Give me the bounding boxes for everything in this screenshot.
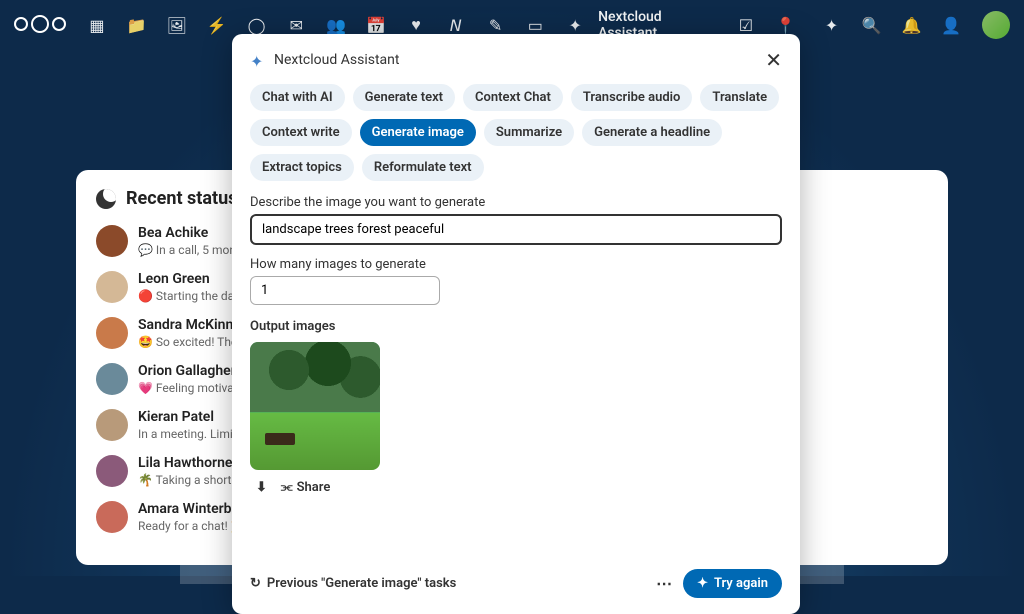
contacts-icon[interactable]: 👥 bbox=[326, 15, 346, 35]
sparkle-icon[interactable]: ✦ bbox=[565, 15, 585, 35]
modal-header: ✦ Nextcloud Assistant ✕ bbox=[250, 48, 782, 72]
output-label: Output images bbox=[250, 319, 782, 334]
health-icon[interactable]: ♥ bbox=[406, 15, 426, 35]
dashboard-icon[interactable]: ▦ bbox=[87, 15, 107, 35]
task-chip[interactable]: Generate a headline bbox=[582, 119, 722, 146]
task-chip[interactable]: Extract topics bbox=[250, 154, 354, 181]
notifications-icon[interactable]: 🔔 bbox=[901, 15, 921, 35]
assistant-shortcut-icon[interactable]: ✦ bbox=[822, 15, 842, 35]
tasks-icon[interactable]: ☑ bbox=[736, 15, 756, 35]
avatar bbox=[96, 225, 128, 257]
share-button[interactable]: ⫘ Share bbox=[281, 480, 330, 495]
task-chip[interactable]: Translate bbox=[700, 84, 779, 111]
avatar bbox=[96, 455, 128, 487]
previous-tasks-button[interactable]: ↻ Previous "Generate image" tasks bbox=[250, 576, 456, 591]
avatar bbox=[96, 501, 128, 533]
task-chip[interactable]: Generate text bbox=[353, 84, 455, 111]
count-input[interactable] bbox=[250, 276, 440, 305]
nextcloud-logo[interactable] bbox=[14, 17, 66, 33]
activity-icon[interactable]: ⚡ bbox=[207, 15, 227, 35]
prompt-input[interactable] bbox=[250, 214, 782, 245]
download-button[interactable]: ⬇ bbox=[256, 480, 267, 495]
task-chip[interactable]: Context write bbox=[250, 119, 352, 146]
files-icon[interactable]: 📁 bbox=[127, 15, 147, 35]
avatar bbox=[96, 271, 128, 303]
task-chip[interactable]: Generate image bbox=[360, 119, 476, 146]
contacts-menu-icon[interactable]: 👤 bbox=[941, 15, 961, 35]
user-avatar[interactable] bbox=[982, 11, 1010, 39]
photos-icon[interactable]: 🖼 bbox=[167, 15, 187, 35]
close-button[interactable]: ✕ bbox=[765, 48, 782, 72]
task-chip[interactable]: Reformulate text bbox=[362, 154, 484, 181]
calendar-icon[interactable]: 📅 bbox=[366, 15, 386, 35]
talk-icon[interactable]: ◯ bbox=[247, 15, 267, 35]
sparkle-icon: ✦ bbox=[250, 52, 266, 68]
search-icon[interactable]: 🔍 bbox=[862, 15, 882, 35]
avatar bbox=[96, 317, 128, 349]
task-chip[interactable]: Summarize bbox=[484, 119, 574, 146]
task-chip[interactable]: Transcribe audio bbox=[571, 84, 693, 111]
avatar bbox=[96, 363, 128, 395]
notes-icon[interactable]: 𝘕 bbox=[446, 15, 466, 35]
maps-icon[interactable]: 📍 bbox=[776, 15, 796, 35]
task-chip[interactable]: Chat with AI bbox=[250, 84, 345, 111]
modal-title: Nextcloud Assistant bbox=[274, 52, 757, 68]
count-label: How many images to generate bbox=[250, 257, 782, 272]
deck-icon[interactable]: ▭ bbox=[525, 15, 545, 35]
assistant-modal: ✦ Nextcloud Assistant ✕ Chat with AI Gene… bbox=[232, 34, 800, 614]
try-again-button[interactable]: ✦ Try again bbox=[683, 569, 782, 598]
modal-footer: ↻ Previous "Generate image" tasks ⋯ ✦ Tr… bbox=[250, 569, 782, 598]
task-chip[interactable]: Context Chat bbox=[463, 84, 563, 111]
edit-icon[interactable]: ✎ bbox=[486, 15, 506, 35]
moon-icon bbox=[96, 189, 116, 209]
image-actions: ⬇ ⫘ Share bbox=[250, 476, 782, 499]
task-type-chips: Chat with AI Generate text Context Chat Tra… bbox=[250, 84, 782, 181]
mail-icon[interactable]: ✉ bbox=[286, 15, 306, 35]
avatar bbox=[96, 409, 128, 441]
prompt-label: Describe the image you want to generate bbox=[250, 195, 782, 210]
generated-image[interactable] bbox=[250, 342, 380, 470]
more-options-button[interactable]: ⋯ bbox=[656, 574, 673, 593]
